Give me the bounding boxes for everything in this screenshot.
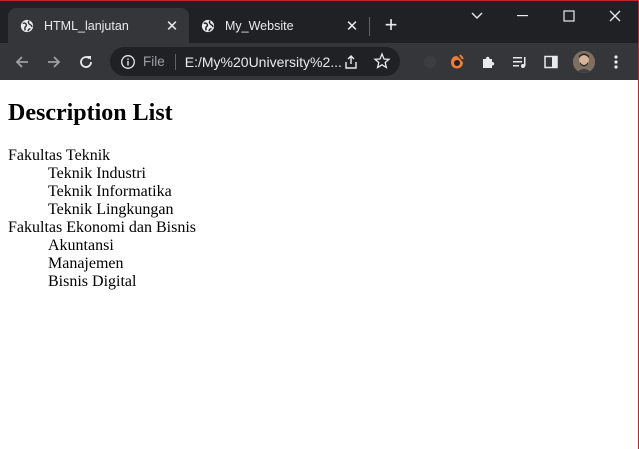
list-item: Manajemen <box>48 255 124 272</box>
list-item: Teknik Industri <box>48 165 146 182</box>
tab-title: My_Website <box>225 18 294 33</box>
info-icon[interactable] <box>120 54 136 70</box>
minimize-icon[interactable] <box>511 6 535 26</box>
disabled-extension-icon[interactable] <box>419 51 441 73</box>
tab-my-website[interactable]: My_Website ✕ <box>189 8 369 43</box>
browser-toolbar: File E:/My%20University%2... <box>0 43 639 80</box>
close-tab-icon[interactable]: ✕ <box>165 18 179 35</box>
side-panel-icon[interactable] <box>540 51 562 73</box>
list-item: Teknik Lingkungan <box>48 201 174 218</box>
tab-search-icon[interactable] <box>465 6 489 26</box>
scheme-label: File <box>143 54 165 69</box>
globe-icon <box>201 19 215 32</box>
share-icon[interactable] <box>342 53 360 71</box>
tab-separator <box>369 17 370 36</box>
avatar[interactable] <box>573 51 595 73</box>
list-item: Akuntansi <box>48 237 114 254</box>
close-window-icon[interactable] <box>603 6 627 26</box>
media-playlist-icon[interactable] <box>509 51 531 73</box>
star-icon[interactable] <box>373 52 391 70</box>
arrow-right-icon[interactable] <box>43 51 65 73</box>
close-tab-icon[interactable]: ✕ <box>345 18 359 35</box>
page-title: Description List <box>8 100 173 126</box>
maximize-icon[interactable] <box>557 6 581 26</box>
puzzle-icon[interactable] <box>477 51 499 73</box>
globe-icon <box>20 19 34 32</box>
tab-strip: HTML_lanjutan ✕ My_Website ✕ + <box>0 0 639 43</box>
web-page-content: Description List Fakultas Teknik Teknik … <box>0 80 638 449</box>
description-list: Fakultas Teknik Teknik Industri Teknik I… <box>8 147 196 291</box>
address-bar[interactable]: File E:/My%20University%2... <box>110 47 400 76</box>
new-tab-button[interactable]: + <box>380 14 402 37</box>
arrow-left-icon[interactable] <box>11 51 33 73</box>
list-item: Teknik Informatika <box>48 183 172 200</box>
tab-html-lanjutan[interactable]: HTML_lanjutan ✕ <box>8 8 189 43</box>
omnibox-divider <box>174 53 176 70</box>
url-text[interactable]: E:/My%20University%2... <box>185 54 342 70</box>
reload-icon[interactable] <box>75 51 97 73</box>
list-item: Bisnis Digital <box>48 273 137 290</box>
tab-title: HTML_lanjutan <box>44 18 129 33</box>
list-term: Fakultas Ekonomi dan Bisnis <box>8 219 196 236</box>
list-term: Fakultas Teknik <box>8 147 111 164</box>
orange-extension-icon[interactable] <box>446 51 468 73</box>
kebab-menu-icon[interactable] <box>605 51 627 73</box>
